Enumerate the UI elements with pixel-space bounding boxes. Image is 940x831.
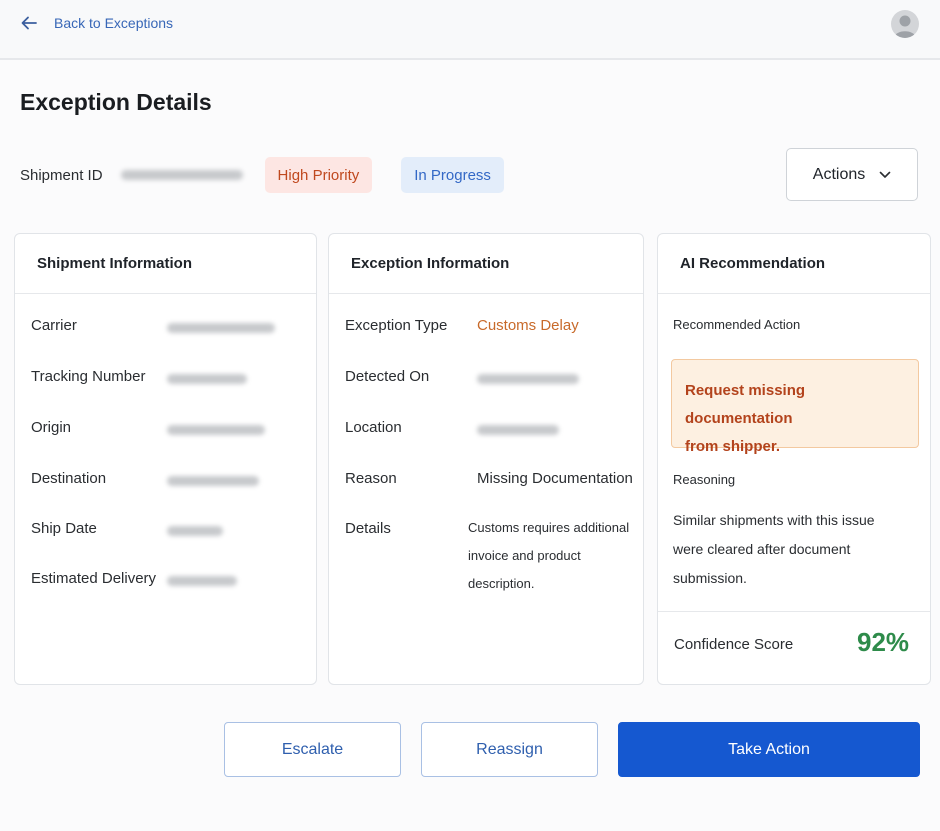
confidence-score-value: 92% bbox=[857, 627, 910, 657]
confidence-score-label: Confidence Score bbox=[674, 636, 794, 653]
shipment-meta-row: Shipment ID High Priority In Progress bbox=[20, 157, 504, 193]
ai-recommendation-card: AI Recommendation Recommended Action Req… bbox=[657, 233, 931, 685]
detected-on-label: Detected On bbox=[345, 368, 430, 385]
shipment-id-label: Shipment ID bbox=[20, 166, 103, 184]
recommended-action-line: Request missing documentation bbox=[685, 382, 806, 427]
ai-recommendation-title: AI Recommendation bbox=[658, 234, 930, 294]
reasoning-line: submission. bbox=[673, 570, 747, 586]
arrow-left-icon bbox=[21, 16, 37, 30]
top-bar: Back to Exceptions bbox=[0, 0, 940, 60]
exception-information-card: Exception Information Exception Type Cus… bbox=[328, 233, 644, 685]
carrier-value-redacted bbox=[167, 323, 275, 333]
details-line: description. bbox=[468, 576, 535, 591]
destination-value-redacted bbox=[167, 476, 259, 486]
recommended-action-box: Request missing documentation from shipp… bbox=[671, 359, 919, 455]
estimated-delivery-label: Estimated Delivery bbox=[31, 570, 157, 587]
reassign-button[interactable]: Reassign bbox=[421, 722, 598, 777]
reason-label: Reason bbox=[345, 470, 397, 487]
page-title: Exception Details bbox=[20, 89, 212, 115]
back-link-label: Back to Exceptions bbox=[54, 15, 174, 31]
origin-value-redacted bbox=[167, 425, 265, 435]
user-icon bbox=[894, 15, 916, 38]
details-line: invoice and product bbox=[468, 548, 581, 563]
details-value: Customs requires additional invoice and … bbox=[468, 514, 638, 598]
recommended-action-line: from shipper. bbox=[685, 438, 781, 455]
details-label: Details bbox=[345, 520, 391, 537]
priority-badge: High Priority bbox=[264, 157, 373, 193]
reasoning-line: Similar shipments with this issue bbox=[673, 512, 875, 528]
location-label: Location bbox=[345, 419, 402, 436]
shipment-information-card: Shipment Information Carrier Tracking Nu… bbox=[14, 233, 317, 685]
actions-dropdown-button[interactable]: Actions bbox=[786, 148, 918, 201]
ship-date-value-redacted bbox=[167, 526, 223, 536]
tracking-number-label: Tracking Number bbox=[31, 368, 146, 385]
reason-value: Missing Documentation bbox=[477, 470, 633, 487]
details-line: Customs requires additional bbox=[468, 520, 630, 535]
estimated-delivery-value-redacted bbox=[167, 576, 237, 586]
origin-label: Origin bbox=[31, 419, 72, 436]
exception-type-label: Exception Type bbox=[345, 317, 448, 334]
reasoning-label: Reasoning bbox=[673, 472, 736, 487]
shipment-information-title: Shipment Information bbox=[15, 234, 316, 294]
detected-on-value-redacted bbox=[477, 374, 579, 384]
back-to-exceptions-link[interactable]: Back to Exceptions bbox=[20, 11, 173, 35]
reasoning-text: Similar shipments with this issue were c… bbox=[673, 506, 918, 593]
confidence-divider bbox=[658, 611, 930, 612]
avatar[interactable] bbox=[891, 10, 919, 38]
ship-date-label: Ship Date bbox=[31, 520, 97, 537]
take-action-button[interactable]: Take Action bbox=[618, 722, 920, 777]
exception-information-title: Exception Information bbox=[329, 234, 643, 294]
reasoning-line: were cleared after document bbox=[673, 541, 851, 557]
tracking-number-value-redacted bbox=[167, 374, 247, 384]
location-value-redacted bbox=[477, 425, 559, 435]
escalate-button[interactable]: Escalate bbox=[224, 722, 401, 777]
destination-label: Destination bbox=[31, 470, 107, 487]
carrier-label: Carrier bbox=[31, 317, 77, 334]
recommended-action-label: Recommended Action bbox=[673, 317, 801, 332]
status-badge: In Progress bbox=[401, 157, 504, 193]
exception-type-value: Customs Delay bbox=[477, 317, 579, 334]
chevron-down-icon bbox=[879, 171, 891, 178]
shipment-id-redacted bbox=[120, 170, 243, 180]
actions-label: Actions bbox=[812, 165, 866, 183]
